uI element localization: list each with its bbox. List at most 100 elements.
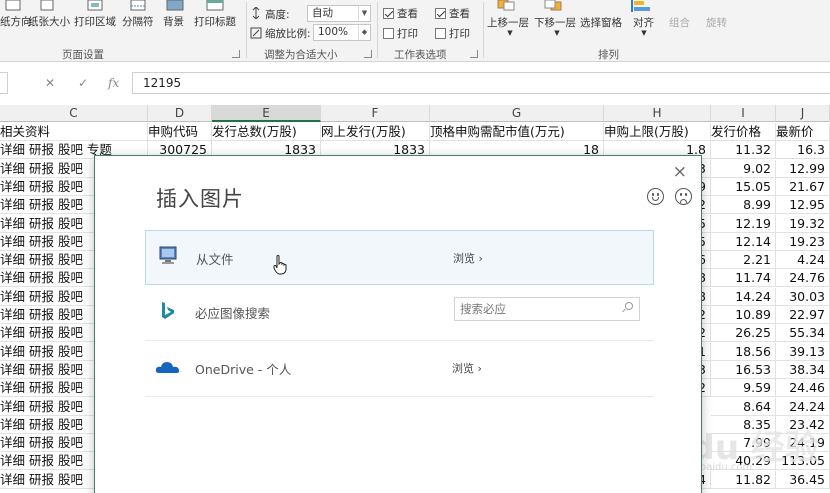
bing-search-label: 必应图像搜索 bbox=[195, 306, 271, 321]
headings-print-checkbox[interactable]: 打印 bbox=[435, 26, 470, 41]
checkbox-icon bbox=[435, 28, 446, 39]
table-cell[interactable]: 10.89 bbox=[711, 306, 776, 324]
selection-pane-button[interactable]: 选择窗格 bbox=[580, 15, 622, 30]
bing-search-input[interactable]: 搜索必应 bbox=[454, 297, 640, 321]
header-cell[interactable]: 申购上限(万股) bbox=[604, 123, 711, 141]
header-cell[interactable]: 最新价 bbox=[776, 123, 830, 141]
gridlines-print-checkbox[interactable]: 打印 bbox=[383, 26, 418, 41]
table-cell[interactable]: 14.24 bbox=[711, 287, 776, 306]
table-cell[interactable]: 8.99 bbox=[711, 196, 776, 215]
onedrive-option[interactable]: OneDrive - 个人 浏览 › bbox=[145, 341, 654, 396]
spinner-icon: ◆ bbox=[358, 25, 370, 40]
table-cell[interactable]: 12.99 bbox=[776, 159, 830, 178]
table-cell[interactable]: 30.03 bbox=[776, 287, 830, 306]
computer-icon bbox=[159, 246, 177, 264]
sheet-options-launcher-icon[interactable] bbox=[470, 50, 478, 58]
column-header-J[interactable]: J bbox=[776, 105, 830, 122]
table-cell[interactable]: 2.21 bbox=[711, 251, 776, 270]
scale-stepper[interactable]: 100% ◆ bbox=[313, 24, 371, 41]
page-setup-launcher-icon[interactable] bbox=[232, 50, 240, 58]
header-cell[interactable]: 网上发行(万股) bbox=[321, 123, 430, 141]
height-select[interactable]: 自动 ▼ bbox=[307, 5, 371, 22]
group-divider bbox=[246, 2, 247, 58]
orientation-button[interactable]: 纸方向 bbox=[0, 14, 32, 29]
name-box[interactable] bbox=[0, 72, 8, 94]
table-cell[interactable]: 9.02 bbox=[711, 159, 776, 178]
enter-icon[interactable]: ✓ bbox=[78, 76, 88, 90]
search-icon[interactable] bbox=[625, 302, 633, 310]
table-cell[interactable]: 24.76 bbox=[776, 269, 830, 288]
align-button[interactable]: 对齐 bbox=[633, 15, 654, 30]
column-header-E[interactable]: E bbox=[212, 105, 321, 122]
smile-icon[interactable] bbox=[647, 188, 664, 205]
from-file-option[interactable]: 从文件 浏览 › bbox=[145, 230, 654, 285]
table-cell[interactable]: 24.46 bbox=[776, 379, 830, 398]
cancel-icon[interactable]: ✕ bbox=[45, 76, 55, 90]
insert-function-icon[interactable]: fx bbox=[108, 76, 119, 90]
print-area-button[interactable]: 打印区域 bbox=[74, 14, 116, 29]
browse-link[interactable]: 浏览 › bbox=[453, 250, 483, 266]
formula-input[interactable]: 12195 bbox=[132, 72, 830, 94]
table-cell[interactable]: 11.82 bbox=[711, 470, 776, 489]
rotate-button[interactable]: 旋转 bbox=[706, 15, 727, 30]
column-header-F[interactable]: F bbox=[321, 105, 430, 122]
bring-forward-button[interactable]: 上移一层 bbox=[487, 15, 529, 30]
print-area-icon bbox=[87, 0, 103, 11]
size-button[interactable]: 纸张大小 bbox=[28, 14, 70, 29]
column-header-H[interactable]: H bbox=[604, 105, 711, 122]
table-cell[interactable]: 18.56 bbox=[711, 342, 776, 361]
table-cell[interactable]: 38.34 bbox=[776, 360, 830, 379]
print-titles-button[interactable]: 打印标题 bbox=[194, 14, 236, 29]
from-file-label: 从文件 bbox=[196, 252, 234, 267]
group-divider bbox=[483, 2, 484, 58]
formula-divider bbox=[10, 70, 13, 94]
table-cell[interactable]: 11.74 bbox=[711, 269, 776, 288]
header-cell[interactable]: 发行价格 bbox=[711, 123, 776, 141]
gridlines-view-checkbox[interactable]: 查看 bbox=[383, 6, 418, 21]
table-cell[interactable]: 19.23 bbox=[776, 232, 830, 251]
scale-group-label: 调整为合适大小 bbox=[264, 49, 338, 61]
table-cell[interactable]: 9.59 bbox=[711, 379, 776, 398]
background-button[interactable]: 背景 bbox=[163, 14, 184, 29]
background-icon bbox=[166, 0, 184, 11]
header-cell[interactable]: 发行总数(万股) bbox=[212, 123, 321, 141]
table-cell[interactable]: 19.32 bbox=[776, 214, 830, 233]
send-backward-button[interactable]: 下移一层 bbox=[534, 15, 576, 30]
group-button[interactable]: 组合 bbox=[669, 15, 690, 30]
breaks-button[interactable]: 分隔符 bbox=[122, 14, 154, 29]
header-cell[interactable]: 申购代码 bbox=[148, 123, 212, 141]
table-cell[interactable]: 36.45 bbox=[776, 470, 830, 489]
column-header-C[interactable]: C bbox=[0, 105, 148, 122]
scale-launcher-icon[interactable] bbox=[364, 50, 372, 58]
headings-view-checkbox[interactable]: 查看 bbox=[435, 6, 470, 21]
table-cell[interactable]: 8.64 bbox=[711, 397, 776, 416]
bing-search-option: 必应图像搜索 搜索必应 bbox=[145, 285, 654, 340]
frown-icon[interactable] bbox=[675, 188, 692, 205]
print-titles-icon bbox=[206, 0, 224, 11]
table-cell[interactable]: 24.24 bbox=[776, 397, 830, 416]
column-header-I[interactable]: I bbox=[711, 105, 776, 122]
table-cell[interactable]: 21.67 bbox=[776, 177, 830, 196]
size-icon bbox=[40, 0, 54, 11]
table-cell[interactable]: 12.19 bbox=[711, 214, 776, 233]
header-cell[interactable]: 顶格申购需配市值(万元) bbox=[430, 123, 604, 141]
table-cell[interactable]: 22.97 bbox=[776, 306, 830, 324]
checkbox-checked-icon bbox=[383, 8, 394, 19]
table-cell[interactable]: 11.32 bbox=[711, 141, 776, 160]
table-cell[interactable]: 16.3 bbox=[776, 141, 830, 160]
table-cell[interactable]: 16.53 bbox=[711, 360, 776, 379]
close-button[interactable]: × bbox=[673, 162, 687, 182]
table-cell[interactable]: 12.95 bbox=[776, 196, 830, 215]
table-cell[interactable]: 4.24 bbox=[776, 251, 830, 270]
group-divider bbox=[377, 2, 378, 58]
table-cell[interactable]: 15.05 bbox=[711, 177, 776, 196]
align-icon bbox=[631, 0, 650, 12]
table-cell[interactable]: 39.13 bbox=[776, 342, 830, 361]
table-cell[interactable]: 26.25 bbox=[711, 324, 776, 343]
header-cell[interactable]: 相关资料 bbox=[0, 123, 148, 141]
table-cell[interactable]: 55.34 bbox=[776, 324, 830, 343]
column-header-D[interactable]: D bbox=[148, 105, 212, 122]
table-cell[interactable]: 12.14 bbox=[711, 232, 776, 251]
column-header-G[interactable]: G bbox=[430, 105, 604, 122]
browse-link[interactable]: 浏览 › bbox=[452, 360, 482, 376]
